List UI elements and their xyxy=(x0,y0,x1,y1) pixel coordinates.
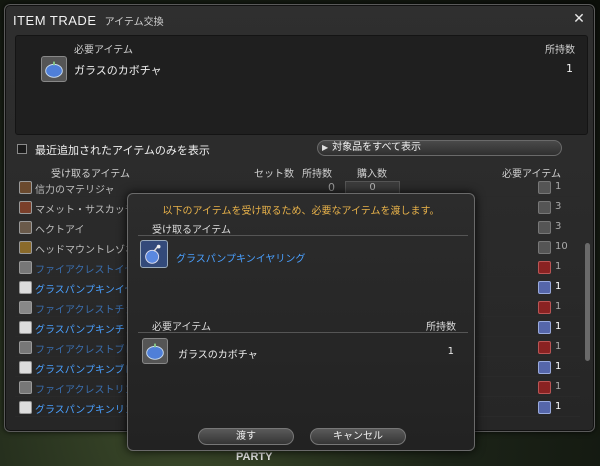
show-all-label: 対象品をすべて表示 xyxy=(332,142,422,153)
row-required-qty: 1 xyxy=(555,181,562,192)
row-required-qty: 3 xyxy=(555,221,562,232)
item-icon xyxy=(19,361,32,374)
recent-filter-checkbox[interactable] xyxy=(17,144,27,154)
divider xyxy=(138,235,468,236)
required-item-icon xyxy=(538,181,551,194)
item-icon xyxy=(19,201,32,214)
required-item-owned: 1 xyxy=(566,62,573,75)
dialog-required-header: 必要アイテム xyxy=(152,322,211,333)
row-item-name: グラスパンプキンイヤ xyxy=(35,285,135,296)
owned-header: 所持数 xyxy=(545,45,575,56)
close-x-icon[interactable]: ✕ xyxy=(570,10,588,28)
row-item-name: 信力のマテリジャ xyxy=(35,185,115,196)
row-item-name: グラスパンプキンブレ xyxy=(35,365,135,376)
required-item-icon xyxy=(538,281,551,294)
row-required-qty: 3 xyxy=(555,201,562,212)
window-title: ITEM TRADE アイテム交換 xyxy=(13,13,164,28)
list-scrollbar[interactable] xyxy=(585,243,590,361)
window-title-text: ITEM TRADE xyxy=(13,13,97,28)
required-item-icon xyxy=(538,321,551,334)
required-item-icon xyxy=(538,301,551,314)
row-item-name: ファイアクレストブレ xyxy=(35,345,135,356)
row-item-name: ヘクトアイ xyxy=(35,225,85,236)
row-required-qty: 1 xyxy=(555,361,562,372)
dialog-receive-item: グラスパンプキンイヤリング xyxy=(176,254,306,265)
row-item-name: ファイアクレストイヤ xyxy=(35,265,135,276)
required-item-icon xyxy=(538,201,551,214)
pumpkin-earring-icon xyxy=(140,240,168,268)
item-icon xyxy=(19,281,32,294)
row-required-qty: 1 xyxy=(555,281,562,292)
dialog-message: 以下のアイテムを受け取るため、必要なアイテムを渡します。 xyxy=(162,206,440,217)
required-item-icon xyxy=(538,341,551,354)
item-icon xyxy=(19,401,32,414)
glass-pumpkin-icon xyxy=(142,338,168,364)
trade-confirm-dialog: 以下のアイテムを受け取るため、必要なアイテムを渡します。 受け取るアイテム グラ… xyxy=(127,193,475,451)
row-required-qty: 1 xyxy=(555,301,562,312)
required-item-icon xyxy=(538,381,551,394)
item-icon xyxy=(19,261,32,274)
item-icon xyxy=(19,381,32,394)
play-arrow-icon: ▶ xyxy=(322,143,329,152)
cancel-button[interactable]: キャンセル xyxy=(310,428,406,445)
window-subtitle: アイテム交換 xyxy=(104,17,164,28)
item-icon xyxy=(19,241,32,254)
dialog-give-qty: 1 xyxy=(447,346,454,357)
row-item-name: ファイアクレストチョ xyxy=(35,305,135,316)
required-item-icon xyxy=(538,361,551,374)
dialog-receive-header: 受け取るアイテム xyxy=(152,225,231,236)
required-item-header: 必要アイテム xyxy=(74,45,133,56)
row-required-qty: 1 xyxy=(555,321,562,332)
row-required-qty: 1 xyxy=(555,261,562,272)
required-item-icon xyxy=(538,401,551,414)
item-icon xyxy=(19,321,32,334)
divider xyxy=(138,332,468,333)
dialog-give-item: ガラスのカボチャ xyxy=(178,350,258,361)
item-icon xyxy=(19,221,32,234)
required-item-icon xyxy=(538,261,551,274)
party-label: PARTY xyxy=(236,451,273,463)
item-icon xyxy=(19,301,32,314)
dialog-owned-header: 所持数 xyxy=(426,322,456,333)
row-item-name: ファイアクレストリン xyxy=(35,385,135,396)
required-item-panel: 必要アイテム 所持数 ガラスのカボチャ 1 xyxy=(15,35,588,135)
glass-pumpkin-icon xyxy=(41,56,67,82)
recent-filter-label: 最近追加されたアイテムのみを表示 xyxy=(35,144,210,157)
required-item-icon xyxy=(538,221,551,234)
row-item-name: マメット・サスカッチ xyxy=(35,205,135,216)
show-all-button[interactable]: ▶ 対象品をすべて表示 xyxy=(317,140,562,156)
required-item-name: ガラスのカボチャ xyxy=(74,64,162,77)
row-required-qty: 1 xyxy=(555,381,562,392)
row-required-qty: 1 xyxy=(555,341,562,352)
item-icon xyxy=(19,341,32,354)
hand-over-button[interactable]: 渡す xyxy=(198,428,294,445)
row-required-qty: 1 xyxy=(555,401,562,412)
item-icon xyxy=(19,181,32,194)
row-item-name: グラスパンプキンリン xyxy=(35,405,135,416)
required-item-icon xyxy=(538,241,551,254)
row-required-qty: 10 xyxy=(555,241,568,252)
